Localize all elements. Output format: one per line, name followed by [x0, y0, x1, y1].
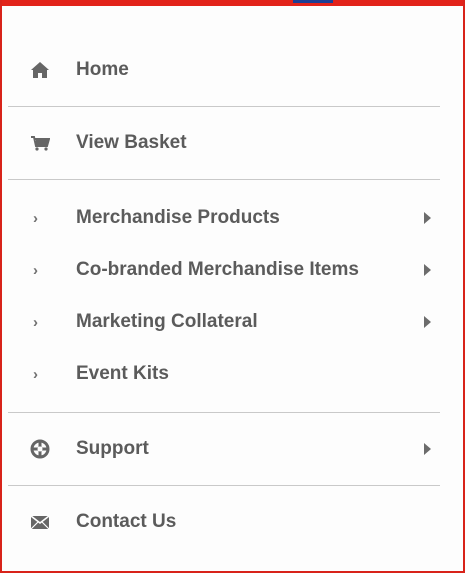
product-category-list: › Merchandise Products › Co-branded Merc… [8, 180, 440, 412]
menu-item-label: Merchandise Products [76, 207, 280, 228]
cart-icon [29, 132, 51, 154]
triangle-right-icon[interactable] [424, 212, 431, 224]
menu-item-event-kits[interactable]: › Event Kits [8, 348, 440, 400]
side-menu: Home View Basket › Merchandise Products [8, 34, 440, 558]
menu-item-merchandise-products[interactable]: › Merchandise Products [8, 192, 440, 244]
triangle-right-icon[interactable] [424, 443, 431, 455]
top-accent-blue [293, 0, 333, 3]
chevron-right-icon: › [33, 313, 38, 331]
menu-item-label: Marketing Collateral [76, 311, 258, 332]
triangle-right-icon[interactable] [424, 316, 431, 328]
triangle-right-icon[interactable] [424, 264, 431, 276]
menu-item-label: View Basket [76, 132, 187, 153]
menu-item-contact-us[interactable]: Contact Us [8, 486, 440, 558]
menu-item-label: Contact Us [76, 511, 177, 532]
menu-item-label: Support [76, 438, 149, 459]
chevron-right-icon: › [33, 261, 38, 279]
menu-item-home[interactable]: Home [8, 34, 440, 106]
chevron-right-icon: › [33, 209, 38, 227]
top-accent-bar [2, 0, 463, 6]
menu-item-label: Co-branded Merchandise Items [76, 259, 359, 280]
menu-item-label: Home [76, 59, 129, 80]
menu-item-co-branded[interactable]: › Co-branded Merchandise Items [8, 244, 440, 296]
menu-item-support[interactable]: Support [8, 413, 440, 485]
chevron-right-icon: › [33, 365, 38, 383]
menu-item-marketing-collateral[interactable]: › Marketing Collateral [8, 296, 440, 348]
lifebuoy-icon [29, 438, 51, 460]
envelope-icon [29, 511, 51, 533]
menu-item-label: Event Kits [76, 363, 169, 384]
home-icon [29, 59, 51, 81]
menu-item-view-basket[interactable]: View Basket [8, 107, 440, 179]
menu-panel: Home View Basket › Merchandise Products [0, 0, 465, 573]
